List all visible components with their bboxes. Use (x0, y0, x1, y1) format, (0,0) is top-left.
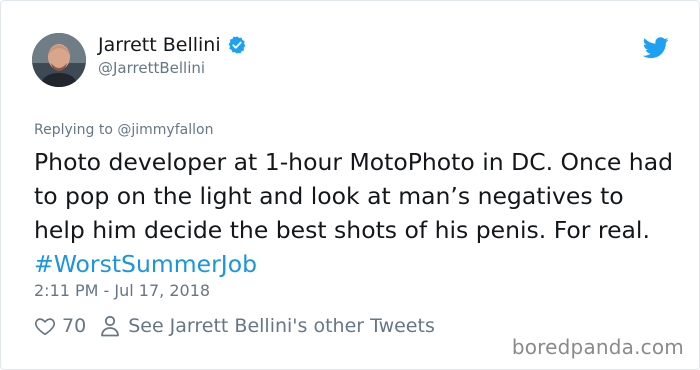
replying-to[interactable]: Replying to @jimmyfallon (34, 122, 213, 138)
author-name-row[interactable]: Jarrett Bellini (98, 34, 247, 56)
watermark: boredpanda.com (511, 335, 684, 359)
tweet-text: Photo developer at 1-hour MotoPhoto in D… (34, 145, 674, 281)
verified-badge-icon (228, 36, 245, 54)
tweet-actions: 70 See Jarrett Bellini's other Tweets (34, 315, 435, 337)
like-count[interactable]: 70 (62, 315, 86, 337)
tweet-timestamp[interactable]: 2:11 PM - Jul 17, 2018 (34, 281, 210, 300)
other-tweets-link[interactable]: See Jarrett Bellini's other Tweets (128, 315, 435, 337)
tweet-card: Jarrett Bellini @JarrettBellini Replying… (0, 0, 700, 370)
heart-icon[interactable] (34, 315, 56, 337)
twitter-bird-icon[interactable] (643, 37, 669, 59)
hashtag-link[interactable]: #WorstSummerJob (34, 250, 257, 278)
avatar[interactable] (32, 33, 86, 87)
author-name[interactable]: Jarrett Bellini (98, 34, 221, 56)
person-icon (101, 315, 120, 337)
avatar-image (32, 33, 86, 87)
author-handle[interactable]: @JarrettBellini (98, 59, 205, 77)
tweet-text-main: Photo developer at 1-hour MotoPhoto in D… (34, 148, 674, 244)
